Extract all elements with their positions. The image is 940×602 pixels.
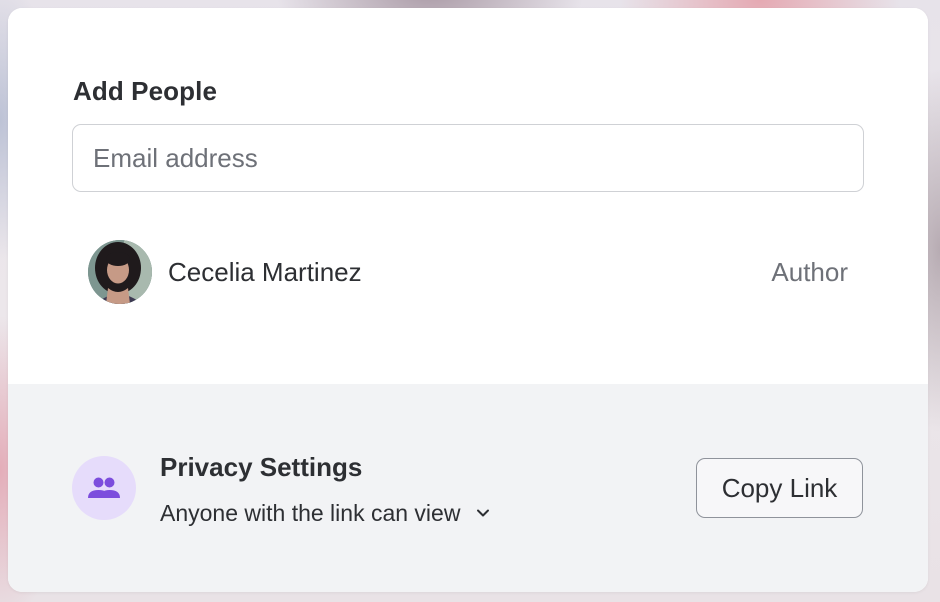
person-role: Author [771,257,848,287]
privacy-level-dropdown[interactable]: Anyone with the link can view [160,498,492,528]
privacy-settings-section: Privacy Settings Anyone with the link ca… [8,384,928,592]
share-dialog: Add People Cecelia Martinez Author [8,8,928,592]
privacy-settings-title: Privacy Settings [160,452,363,482]
privacy-level-label: Anyone with the link can view [160,499,461,526]
avatar [88,240,152,304]
person-row: Cecelia Martinez Author [88,240,848,304]
add-people-section: Add People Cecelia Martinez Author [8,8,928,384]
chevron-down-icon [477,509,490,517]
people-group-icon [72,456,136,520]
email-address-input[interactable] [72,124,864,192]
add-people-title: Add People [73,76,218,106]
copy-link-button[interactable]: Copy Link [696,458,863,518]
person-name: Cecelia Martinez [168,257,362,287]
